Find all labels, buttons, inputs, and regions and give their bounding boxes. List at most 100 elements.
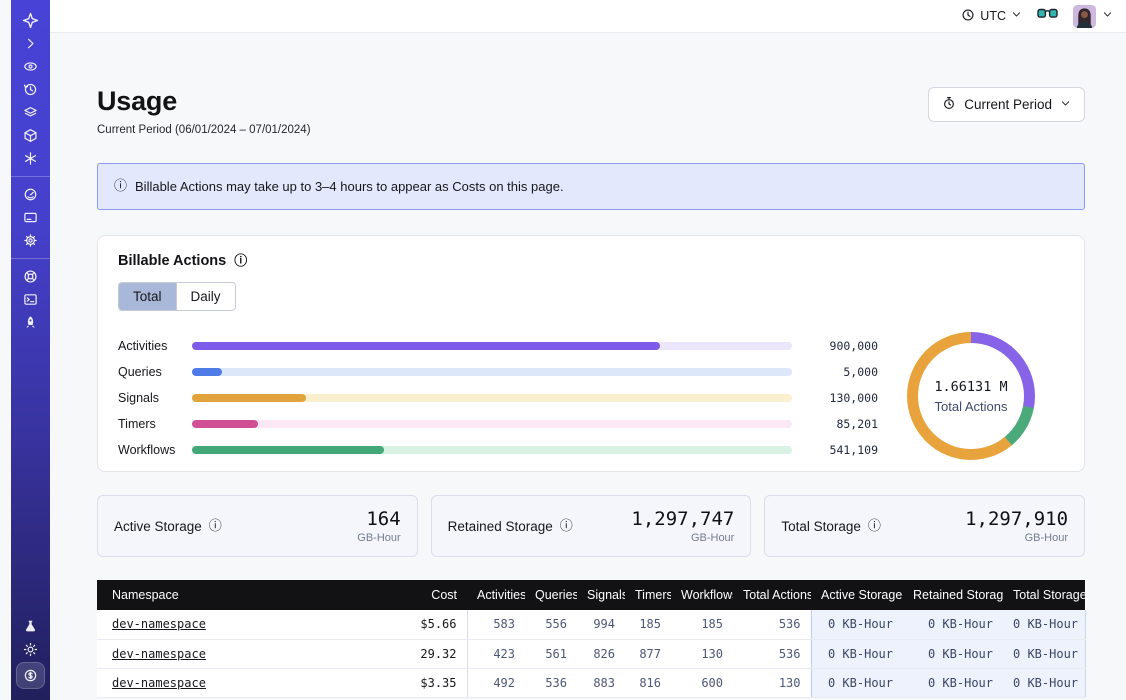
timezone-selector[interactable]: UTC [961,8,1022,25]
bar-track [192,342,792,350]
namespace-link[interactable]: dev-namespace [112,647,206,661]
value-cell: 877 [625,639,671,668]
period-dropdown-button[interactable]: Current Period [928,87,1085,122]
bar-value: 130,000 [792,391,878,405]
page-title: Usage [97,86,311,117]
theme-sun-icon[interactable] [11,639,50,660]
cube-icon[interactable] [11,125,50,146]
storage-card-label: Retained Storage ⓘ [448,519,573,534]
value-cell: 0 KB-Hour [1003,668,1085,697]
value-cell: 883 [577,668,625,697]
col-header-queries: Queries [525,580,577,610]
billable-actions-bar-chart: Activities900,000Queries5,000Signals130,… [118,325,878,463]
value-cell: 0 KB-Hour [903,668,1003,697]
info-icon[interactable]: ⓘ [868,520,881,533]
value-cell: 994 [577,610,625,639]
namespace-cell: dev-namespace [97,610,377,639]
value-cell: 0 KB-Hour [811,610,903,639]
bar-value: 900,000 [792,339,878,353]
value-cell: 0 KB-Hour [811,639,903,668]
docs-terminal-icon[interactable] [11,289,50,310]
sidebar [11,0,50,700]
col-header-workflows: Workflows [671,580,733,610]
storage-card-value-group: 1,297,910 GB-Hour [965,508,1068,544]
value-cell: 185 [671,610,733,639]
value-cell: 29.32 [377,639,467,668]
stopwatch-icon [942,96,956,113]
storage-card-value-group: 164 GB-Hour [357,508,400,544]
value-cell: 185 [625,610,671,639]
layers-icon[interactable] [11,102,50,123]
support-lifebuoy-icon[interactable] [11,266,50,287]
value-cell: 0 KB-Hour [811,668,903,697]
donut-caption: Total Actions [935,399,1008,414]
sidebar-divider [11,176,50,177]
rocket-icon[interactable] [11,312,50,333]
active-storage-card: Active Storage ⓘ 164 GB-Hour [97,495,418,557]
storage-card-value: 164 [357,508,400,530]
value-cell: 583 [467,610,525,639]
bar-track [192,394,792,402]
info-icon[interactable]: ⓘ [560,520,573,533]
tab-daily[interactable]: Daily [176,283,235,310]
storage-card-unit: GB-Hour [965,532,1068,544]
timezone-label: UTC [980,9,1006,23]
info-icon[interactable]: ⓘ [234,255,247,268]
bar-value: 541,109 [792,443,878,457]
billable-actions-title: Billable Actions [118,253,226,269]
table-row: dev-namespace29.324235618268771305360 KB… [97,639,1085,668]
billable-actions-card: Billable Actions ⓘ TotalDaily Activities… [97,235,1085,472]
value-cell: $5.66 [377,610,467,639]
bar-row-signals: Signals130,000 [118,385,878,411]
sidebar-divider [11,258,50,259]
bar-fill [192,342,660,350]
chevron-right-icon[interactable] [11,33,50,54]
bar-track [192,368,792,376]
bar-row-timers: Timers85,201 [118,411,878,437]
namespace-link[interactable]: dev-namespace [112,676,206,690]
bar-fill [192,420,258,428]
bar-value: 5,000 [792,365,878,379]
value-cell: 0 KB-Hour [903,610,1003,639]
chevron-down-icon [1060,97,1071,112]
bar-fill [192,368,222,376]
storage-card-unit: GB-Hour [357,532,400,544]
namespace-link[interactable]: dev-namespace [112,617,206,631]
storage-card-label-text: Total Storage [781,519,861,534]
tab-total[interactable]: Total [119,283,176,310]
storage-card-label-text: Retained Storage [448,519,553,534]
asterisk-icon[interactable] [11,148,50,169]
value-cell: 556 [525,610,577,639]
storage-card-label-text: Active Storage [114,519,202,534]
labs-flask-icon[interactable] [11,616,50,637]
col-header-cost: Cost [377,580,467,610]
clock-icon [961,8,975,25]
settings-gear-icon[interactable] [11,230,50,251]
table-row: dev-namespace$3.354925368838166001300 KB… [97,668,1085,697]
avatar [1073,5,1096,28]
usage-dollar-icon[interactable] [16,662,45,689]
billing-card-icon[interactable] [11,207,50,228]
gauge-icon[interactable] [11,184,50,205]
bar-fill [192,394,306,402]
namespaces-eye-icon[interactable] [11,56,50,77]
info-icon[interactable]: ⓘ [209,520,222,533]
bar-label: Timers [118,417,192,431]
namespace-usage-table-wrap: NamespaceCostActivitiesQueriesSignalsTim… [97,580,1085,698]
namespace-cell: dev-namespace [97,639,377,668]
col-header-total-storage: Total Storage [1003,580,1085,610]
page-subtitle: Current Period (06/01/2024 – 07/01/2024) [97,124,311,136]
user-menu[interactable] [1073,5,1113,28]
storage-card-value: 1,297,910 [965,508,1068,530]
value-cell: 536 [733,610,811,639]
table-row: dev-namespace$5.665835569941851855360 KB… [97,610,1085,639]
glasses-icon [1037,7,1058,24]
bar-row-queries: Queries5,000 [118,359,878,385]
history-clock-icon[interactable] [11,79,50,100]
total-daily-tabs: TotalDaily [118,282,236,311]
labs-glasses-button[interactable] [1037,7,1058,25]
storage-card-unit: GB-Hour [631,532,734,544]
value-cell: 130 [671,639,733,668]
value-cell: 816 [625,668,671,697]
bar-track [192,446,792,454]
